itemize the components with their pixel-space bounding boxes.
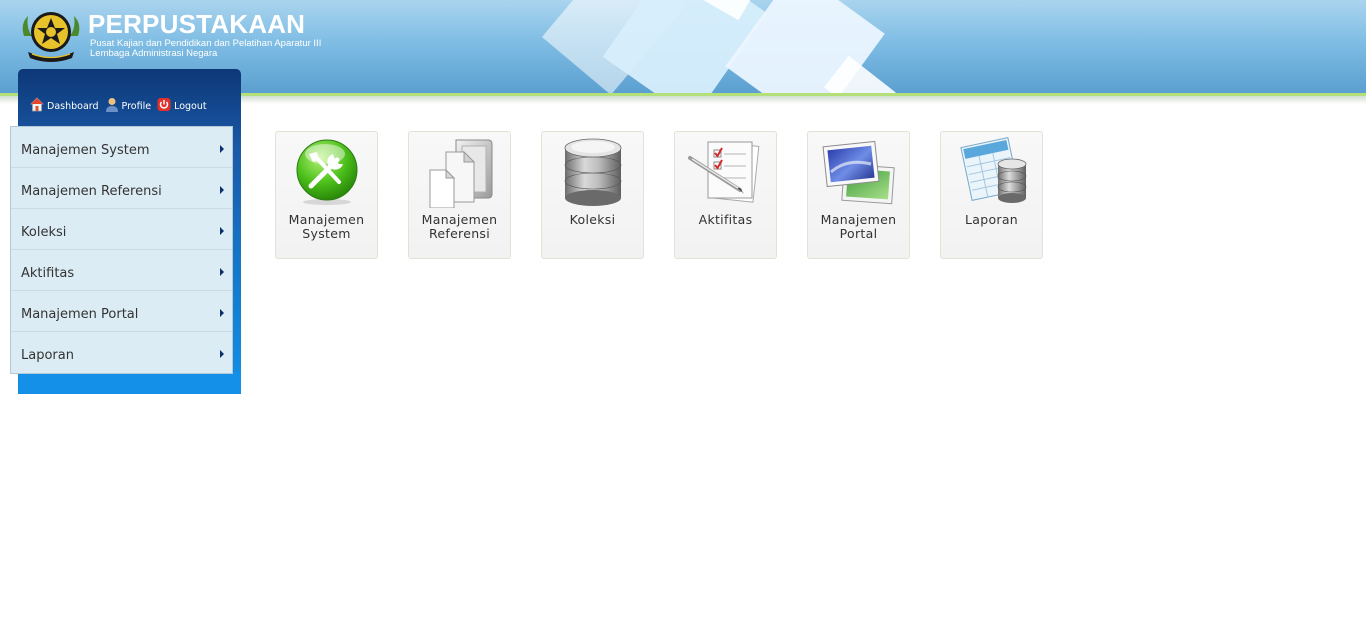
- tile-label: Koleksi: [545, 213, 641, 227]
- database-icon: [555, 136, 631, 208]
- home-icon: [30, 97, 44, 112]
- tile-manajemen-system[interactable]: Manajemen System: [275, 131, 378, 259]
- tile-aktifitas[interactable]: Aktifitas: [674, 131, 777, 259]
- tile-manajemen-portal[interactable]: Manajemen Portal: [807, 131, 910, 259]
- tile-label-line1: Aktifitas: [698, 212, 753, 227]
- sidebar-item-manajemen-portal[interactable]: Manajemen Portal: [11, 291, 232, 332]
- logout-link[interactable]: Logout: [157, 97, 207, 112]
- sidebar-item-koleksi[interactable]: Koleksi: [11, 209, 232, 250]
- tile-label-line1: Koleksi: [569, 212, 616, 227]
- sidebar-menu: Manajemen System Manajemen Referensi Kol…: [10, 126, 233, 374]
- dashboard-tiles: Manajemen System Manajemen Referensi Kol…: [275, 131, 1073, 259]
- tile-label: Manajemen System: [279, 213, 375, 241]
- chevron-right-icon: [220, 186, 224, 194]
- top-links: Dashboard Profile Logout: [30, 94, 213, 112]
- power-icon: [157, 97, 171, 112]
- sidebar-item-aktifitas[interactable]: Aktifitas: [11, 250, 232, 291]
- tile-label: Manajemen Referensi: [412, 213, 508, 241]
- report-icon: [954, 136, 1030, 208]
- user-icon: [105, 97, 119, 112]
- sidebar-item-label: Manajemen System: [21, 142, 150, 158]
- dashboard-link[interactable]: Dashboard: [30, 97, 99, 112]
- tile-label-line1: Laporan: [964, 212, 1019, 227]
- sidebar-item-manajemen-system[interactable]: Manajemen System: [11, 127, 232, 168]
- sidebar-item-label: Manajemen Portal: [21, 306, 139, 322]
- profile-label: Profile: [121, 101, 152, 112]
- tile-manajemen-referensi[interactable]: Manajemen Referensi: [408, 131, 511, 259]
- app-subtitle-line2: Lembaga Administrasi Negara: [90, 48, 218, 59]
- sidebar-footer: [20, 372, 241, 394]
- chevron-right-icon: [220, 145, 224, 153]
- tile-label-line1: Manajemen: [820, 212, 897, 227]
- sidebar-item-laporan[interactable]: Laporan: [11, 332, 232, 373]
- garuda-logo: [18, 6, 84, 64]
- sidebar-item-label: Koleksi: [21, 224, 67, 240]
- chevron-right-icon: [220, 227, 224, 235]
- logout-label: Logout: [174, 101, 207, 112]
- tile-laporan[interactable]: Laporan: [940, 131, 1043, 259]
- documents-icon: [422, 136, 498, 209]
- tile-label-line1: Manajemen: [421, 212, 498, 227]
- checklist-icon: [687, 136, 764, 208]
- tile-label: Manajemen Portal: [811, 213, 907, 241]
- app-title: PERPUSTAKAAN: [88, 9, 306, 39]
- tile-label-line2: Referensi: [428, 226, 491, 241]
- tile-label: Aktifitas: [678, 213, 774, 227]
- tile-koleksi[interactable]: Koleksi: [541, 131, 644, 259]
- tile-label-line2: Portal: [839, 226, 878, 241]
- sidebar-item-label: Manajemen Referensi: [21, 183, 162, 199]
- sidebar-item-label: Aktifitas: [21, 265, 75, 281]
- tile-label-line2: System: [302, 226, 351, 241]
- profile-link[interactable]: Profile: [105, 97, 152, 112]
- sidebar-item-label: Laporan: [21, 348, 74, 363]
- sidebar-item-manajemen-referensi[interactable]: Manajemen Referensi: [11, 168, 232, 209]
- chevron-right-icon: [220, 268, 224, 276]
- tools-icon: [289, 136, 365, 208]
- tile-label-line1: Manajemen: [288, 212, 365, 227]
- monitor-icon: [821, 136, 897, 208]
- dashboard-label: Dashboard: [47, 101, 99, 112]
- chevron-right-icon: [220, 350, 224, 358]
- tile-label: Laporan: [944, 213, 1040, 227]
- chevron-right-icon: [220, 309, 224, 317]
